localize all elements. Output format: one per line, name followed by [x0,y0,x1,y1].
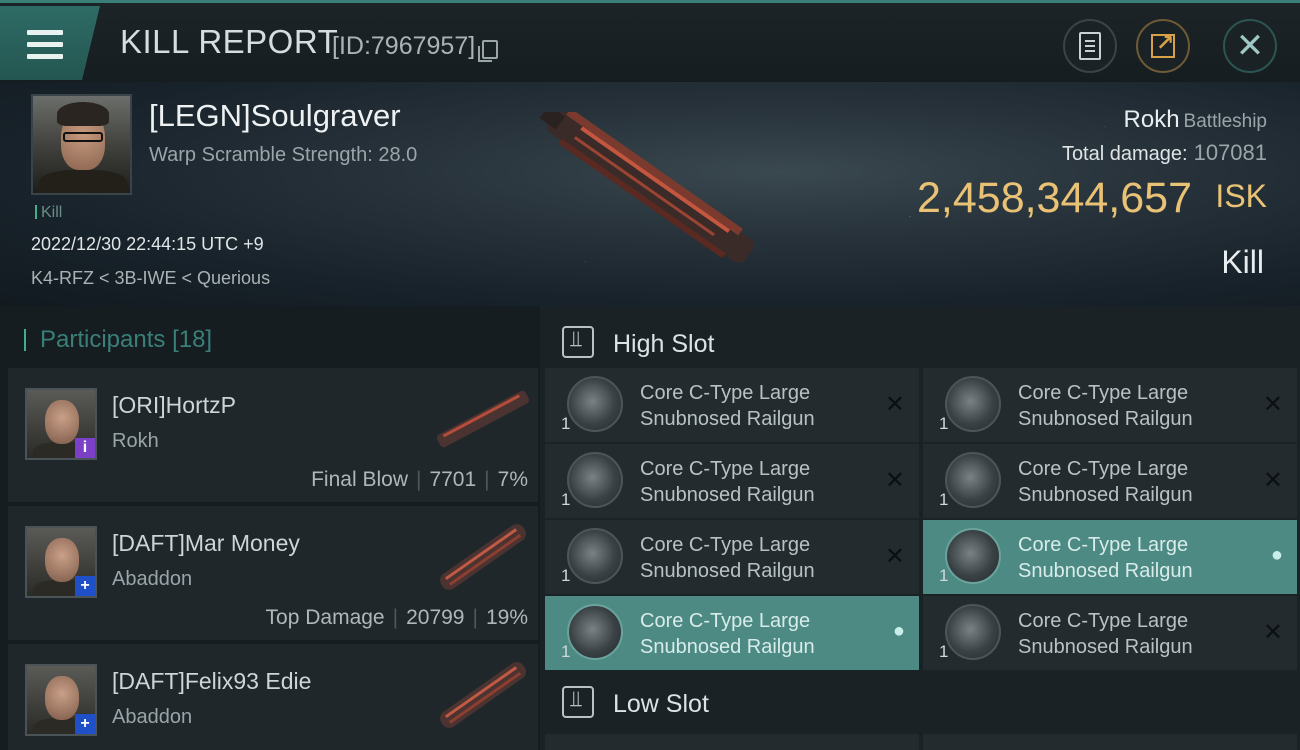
plus-badge-icon: + [75,714,95,734]
module-name: Core C-Type Large Snubnosed Railgun [1018,534,1193,582]
high-slot-module[interactable]: 1 Core C-Type Large Snubnosed Railgun ✕ [923,444,1297,518]
module-quantity: 1 [939,642,949,661]
participant-row[interactable]: + [DAFT]Mar Money Abaddon Top Damage | 207… [8,506,538,640]
report-id: [ID:7967957] [332,32,476,60]
close-icon: ✕ [1235,27,1265,65]
x-mark-icon: ✕ [1262,467,1283,494]
module-name: Core C-Type Large Snubnosed Railgun [1018,382,1193,430]
plus-badge-icon: + [75,576,95,596]
railgun-icon [945,528,1001,584]
participant-ship: Abaddon [112,568,193,590]
high-slot-header: High Slot [540,312,1300,370]
module-quantity: 1 [561,566,571,585]
clipboard-button[interactable] [1063,19,1117,73]
close-button[interactable]: ✕ [1223,19,1277,73]
person-icon: ● [1270,544,1283,566]
railgun-icon [945,452,1001,508]
high-slot-module[interactable]: 1 Core C-Type Large Snubnosed Railgun ✕ [923,368,1297,442]
x-mark-icon: ✕ [1262,391,1283,418]
x-mark-icon: ✕ [1262,619,1283,646]
copy-icon[interactable] [478,40,498,62]
x-mark-icon: ✕ [884,543,905,570]
x-mark-icon: ✕ [884,391,905,418]
participants-header: Participants [18] [23,326,212,354]
railgun-icon [567,604,623,660]
module-quantity: 1 [939,490,949,509]
module-quantity: 1 [561,490,571,509]
kill-tag: Kill [35,204,62,222]
module-quantity: 1 [561,414,571,433]
participant-name: [DAFT]Felix93 Edie [112,668,312,694]
victim-ship-type: Rokh Battleship [1123,106,1267,133]
module-name: Core C-Type Large Snubnosed Railgun [640,610,815,658]
hamburger-icon [27,30,63,66]
isk-value: 2,458,344,657 [917,174,1192,222]
module-name: Core C-Type Large Snubnosed Railgun [1018,610,1193,658]
railgun-icon [945,376,1001,432]
participant-name: [ORI]HortzP [112,392,236,418]
module-quantity: 1 [561,642,571,661]
low-slot-icon [562,686,594,718]
participant-stats: Final Blow | 7701 | 7% [311,468,528,491]
high-slot-title: High Slot [613,330,715,358]
low-slot-module[interactable] [923,734,1297,750]
module-name: Core C-Type Large Snubnosed Railgun [640,382,815,430]
info-badge-icon: i [75,438,95,458]
person-icon: ● [892,620,905,642]
railgun-icon [567,376,623,432]
participant-ship-image [440,524,526,590]
fitting-panel: High Slot 1 Core C-Type LargeSnubnosed Ra… [540,306,1300,750]
avatar: + [25,664,97,736]
high-slot-module[interactable]: 1 Core C-Type Large Snubnosed Railgun ● [545,596,919,670]
title-bar: KILL REPORT [ID:7967957] ✕ [0,0,1300,82]
avatar: i [25,388,97,460]
participants-panel: Participants [18] i [ORI]HortzP Rokh Fin… [0,306,540,750]
low-slot-module[interactable] [545,734,919,750]
module-name: Core C-Type Large Snubnosed Railgun [1018,458,1193,506]
kill-result: Kill [1221,244,1264,280]
high-slot-module[interactable]: 1 Core C-Type Large Snubnosed Railgun ✕ [545,520,919,594]
high-slot-module[interactable]: 1 Core C-Type Large Snubnosed Railgun ✕ [923,596,1297,670]
total-damage: Total damage: 107081 [1061,140,1267,165]
share-button[interactable] [1136,19,1190,73]
participant-name: [DAFT]Mar Money [112,530,300,556]
participant-ship-image [436,390,530,448]
victim-ship-image[interactable] [520,112,780,262]
victim-portrait[interactable] [31,94,132,195]
kill-location[interactable]: K4-RFZ < 3B-IWE < Querious [31,268,270,289]
clipboard-icon [1079,32,1101,60]
module-name: Core C-Type Large Snubnosed Railgun [640,458,815,506]
module-quantity: 1 [939,566,949,585]
menu-button[interactable] [0,6,100,80]
participant-stats: Top Damage | 20799 | 19% [265,606,528,629]
participant-row[interactable]: i [ORI]HortzP Rokh Final Blow | 7701 | 7% [8,368,538,502]
high-slot-module[interactable]: 1 Core C-Type Large Snubnosed Railgun ✕ [545,368,919,442]
victim-name[interactable]: [LEGN]Soulgraver [149,98,401,134]
railgun-icon [567,528,623,584]
module-name: Core C-Type Large Snubnosed Railgun [640,534,815,582]
low-slot-header: Low Slot [540,672,1300,730]
railgun-icon [567,452,623,508]
warp-scramble-strength: Warp Scramble Strength: 28.0 [149,144,418,166]
x-mark-icon: ✕ [884,467,905,494]
participant-ship: Abaddon [112,706,193,728]
high-slot-icon [562,326,594,358]
isk-unit: ISK [1215,178,1267,214]
page-title: KILL REPORT [120,23,339,60]
high-slot-module[interactable]: 1 Core C-Type Large Snubnosed Railgun ✕ [545,444,919,518]
victim-banner: [LEGN]Soulgraver Warp Scramble Strength:… [0,82,1300,306]
participant-row[interactable]: + [DAFT]Felix93 Edie Abaddon [8,644,538,750]
kill-datetime: 2022/12/30 22:44:15 UTC +9 [31,234,264,254]
low-slot-title: Low Slot [613,690,709,718]
participant-ship-image [440,662,526,728]
participant-ship: Rokh [112,430,159,452]
module-quantity: 1 [939,414,949,433]
high-slot-module[interactable]: 1 Core C-Type Large Snubnosed Railgun ● [923,520,1297,594]
avatar: + [25,526,97,598]
railgun-icon [945,604,1001,660]
share-icon [1151,30,1175,58]
